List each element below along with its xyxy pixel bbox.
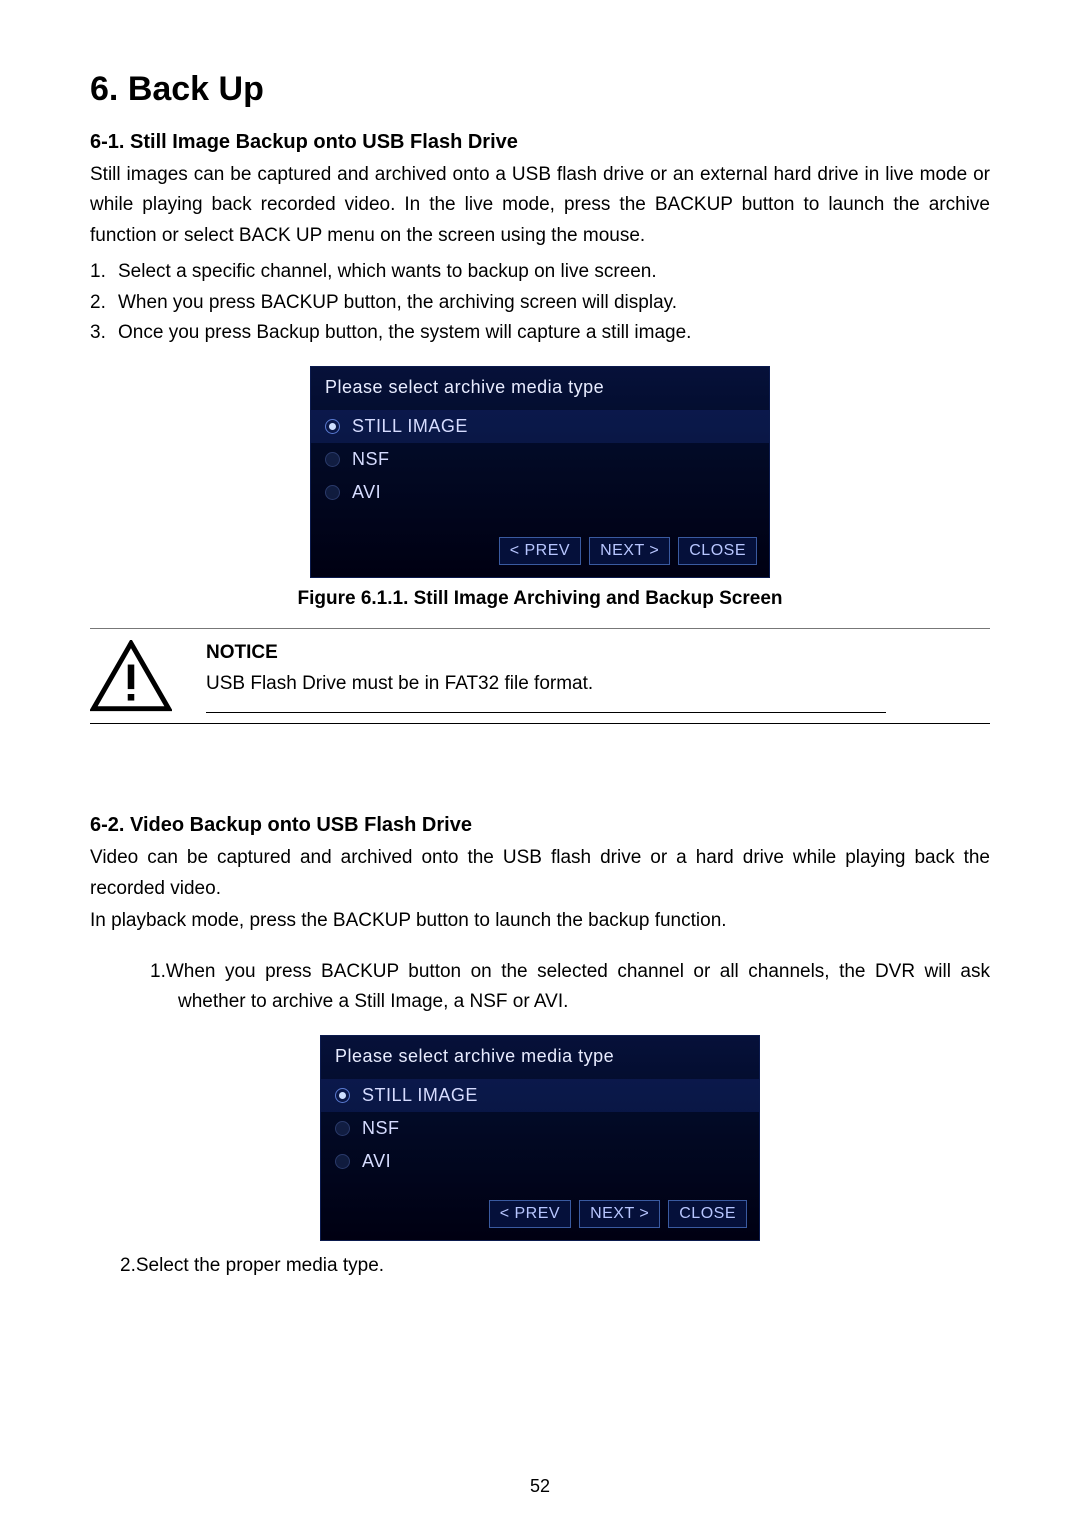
section-6-1-intro: Still images can be captured and archive… [90,160,990,251]
radio-selected-icon [325,419,340,434]
list-item: 1.Select a specific channel, which wants… [90,257,990,287]
notice-body: USB Flash Drive must be in FAT32 file fo… [206,673,593,694]
option-avi[interactable]: AVI [311,476,769,509]
next-button[interactable]: NEXT > [589,537,670,565]
option-still-image[interactable]: STILL IMAGE [321,1079,759,1112]
section-6-2-steps: 1.When you press BACKUP button on the se… [90,957,990,1018]
prev-button[interactable]: < PREV [499,537,581,565]
radio-selected-icon [335,1088,350,1103]
option-label: AVI [352,482,381,503]
option-label: NSF [352,449,390,470]
list-item: 2.When you press BACKUP button, the arch… [90,288,990,318]
chapter-number: 6. [90,70,118,108]
dialog-button-row: < PREV NEXT > CLOSE [321,1178,759,1240]
dialog-title: Please select archive media type [321,1036,759,1079]
dialog-title: Please select archive media type [311,367,769,410]
next-button[interactable]: NEXT > [579,1200,660,1228]
list-item: 1.When you press BACKUP button on the se… [150,957,990,1018]
notice-heading: NOTICE [206,639,886,668]
option-nsf[interactable]: NSF [311,443,769,476]
option-nsf[interactable]: NSF [321,1112,759,1145]
page-number: 52 [0,1476,1080,1497]
prev-button[interactable]: < PREV [489,1200,571,1228]
section-6-2-steps-cont: 2.Select the proper media type. [90,1251,990,1281]
section-6-2-intro1: Video can be captured and archived onto … [90,843,990,904]
option-still-image[interactable]: STILL IMAGE [311,410,769,443]
notice-text: NOTICE USB Flash Drive must be in FAT32 … [206,639,886,713]
radio-icon [335,1121,350,1136]
dialog-button-row: < PREV NEXT > CLOSE [311,509,769,577]
option-avi[interactable]: AVI [321,1145,759,1178]
section-6-2-intro2: In playback mode, press the BACKUP butto… [90,906,990,936]
close-button[interactable]: CLOSE [668,1200,747,1228]
close-button[interactable]: CLOSE [678,537,757,565]
list-item: 3.Once you press Backup button, the syst… [90,318,990,348]
warning-icon [90,640,172,712]
list-item: 2.Select the proper media type. [120,1251,990,1281]
option-label: STILL IMAGE [362,1085,478,1106]
chapter-heading: 6. Back Up [90,70,990,109]
option-label: AVI [362,1151,391,1172]
option-label: STILL IMAGE [352,416,468,437]
chapter-title: Back Up [128,70,264,108]
radio-icon [335,1154,350,1169]
section-6-1-steps: 1.Select a specific channel, which wants… [90,257,990,348]
option-label: NSF [362,1118,400,1139]
section-6-1-heading: 6-1. Still Image Backup onto USB Flash D… [90,131,990,154]
radio-icon [325,452,340,467]
archive-dialog-2: Please select archive media type STILL I… [320,1035,760,1241]
radio-icon [325,485,340,500]
notice-block: NOTICE USB Flash Drive must be in FAT32 … [90,628,990,724]
section-6-2-heading: 6-2. Video Backup onto USB Flash Drive [90,814,990,837]
archive-dialog: Please select archive media type STILL I… [310,366,770,578]
figure-caption: Figure 6.1.1. Still Image Archiving and … [90,588,990,610]
